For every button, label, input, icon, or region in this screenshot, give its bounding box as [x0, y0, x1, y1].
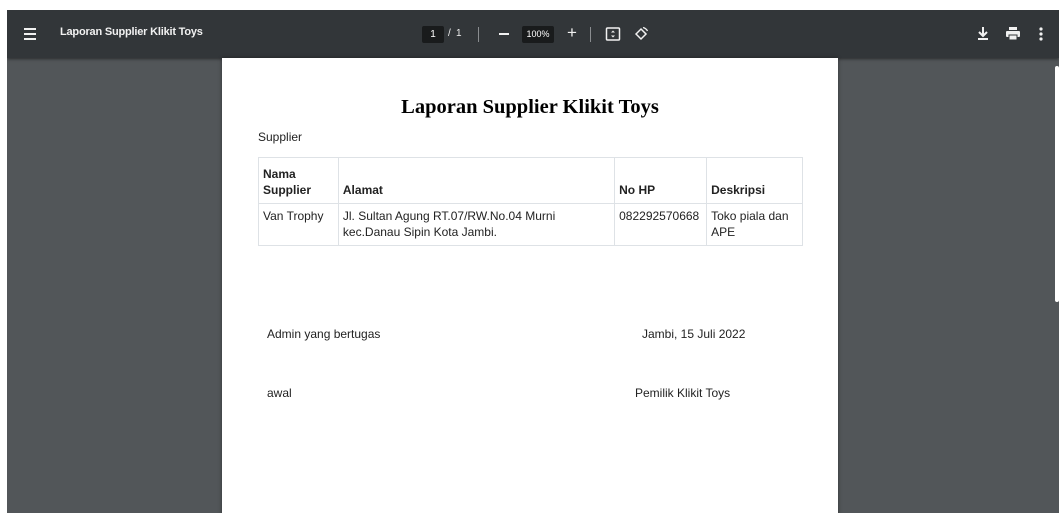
- zoom-level-input[interactable]: 100%: [522, 26, 554, 43]
- total-pages: 1: [456, 28, 462, 39]
- table-cell: 082292570668: [614, 203, 708, 246]
- zoom-in-button[interactable]: +: [562, 23, 582, 45]
- column-header: Nama Supplier: [258, 157, 339, 204]
- zoom-out-button[interactable]: [494, 23, 514, 45]
- download-icon[interactable]: [973, 24, 993, 44]
- viewer-toolbar: Laporan Supplier Klikit Toys 1 / 1 100% …: [7, 10, 1059, 58]
- column-header: Deskripsi: [706, 157, 803, 204]
- page-separator: /: [448, 28, 451, 39]
- table-cell: Toko piala dan APE: [706, 203, 803, 246]
- vertical-scrollbar[interactable]: [1053, 58, 1059, 513]
- column-header: Alamat: [337, 157, 616, 204]
- signature-right-name: Pemilik Klikit Toys: [635, 386, 731, 400]
- print-icon[interactable]: [1003, 24, 1023, 44]
- menu-icon[interactable]: [21, 24, 41, 44]
- pdf-viewer: Laporan Supplier Klikit Toys 1 / 1 100% …: [7, 10, 1059, 513]
- more-vert-icon[interactable]: [1031, 24, 1051, 44]
- signature-left-role: Admin yang bertugas: [267, 327, 381, 341]
- table-cell: Jl. Sultan Agung RT.07/RW.No.04 Murni ke…: [337, 203, 616, 246]
- table-cell: Van Trophy: [258, 203, 339, 246]
- document-title-label: Laporan Supplier Klikit Toys: [60, 26, 203, 38]
- toolbar-divider: [478, 27, 479, 42]
- column-header: No HP: [614, 157, 708, 204]
- report-title: Laporan Supplier Klikit Toys: [401, 96, 659, 118]
- fit-to-page-icon[interactable]: [604, 25, 622, 43]
- table-header-row: Nama Supplier Alamat No HP Deskripsi: [258, 157, 803, 204]
- supplier-table: Nama Supplier Alamat No HP Deskripsi Van…: [258, 157, 803, 246]
- table-row: Van Trophy Jl. Sultan Agung RT.07/RW.No.…: [258, 203, 803, 246]
- toolbar-divider: [590, 27, 591, 42]
- signature-right-place-date: Jambi, 15 Juli 2022: [642, 327, 746, 341]
- pdf-page: Laporan Supplier Klikit Toys Supplier Na…: [222, 58, 838, 513]
- current-page-input[interactable]: 1: [422, 26, 444, 43]
- section-label: Supplier: [258, 130, 303, 144]
- scroll-thumb[interactable]: [1055, 66, 1059, 302]
- signature-left-name: awal: [267, 386, 292, 400]
- rotate-icon[interactable]: [632, 25, 650, 43]
